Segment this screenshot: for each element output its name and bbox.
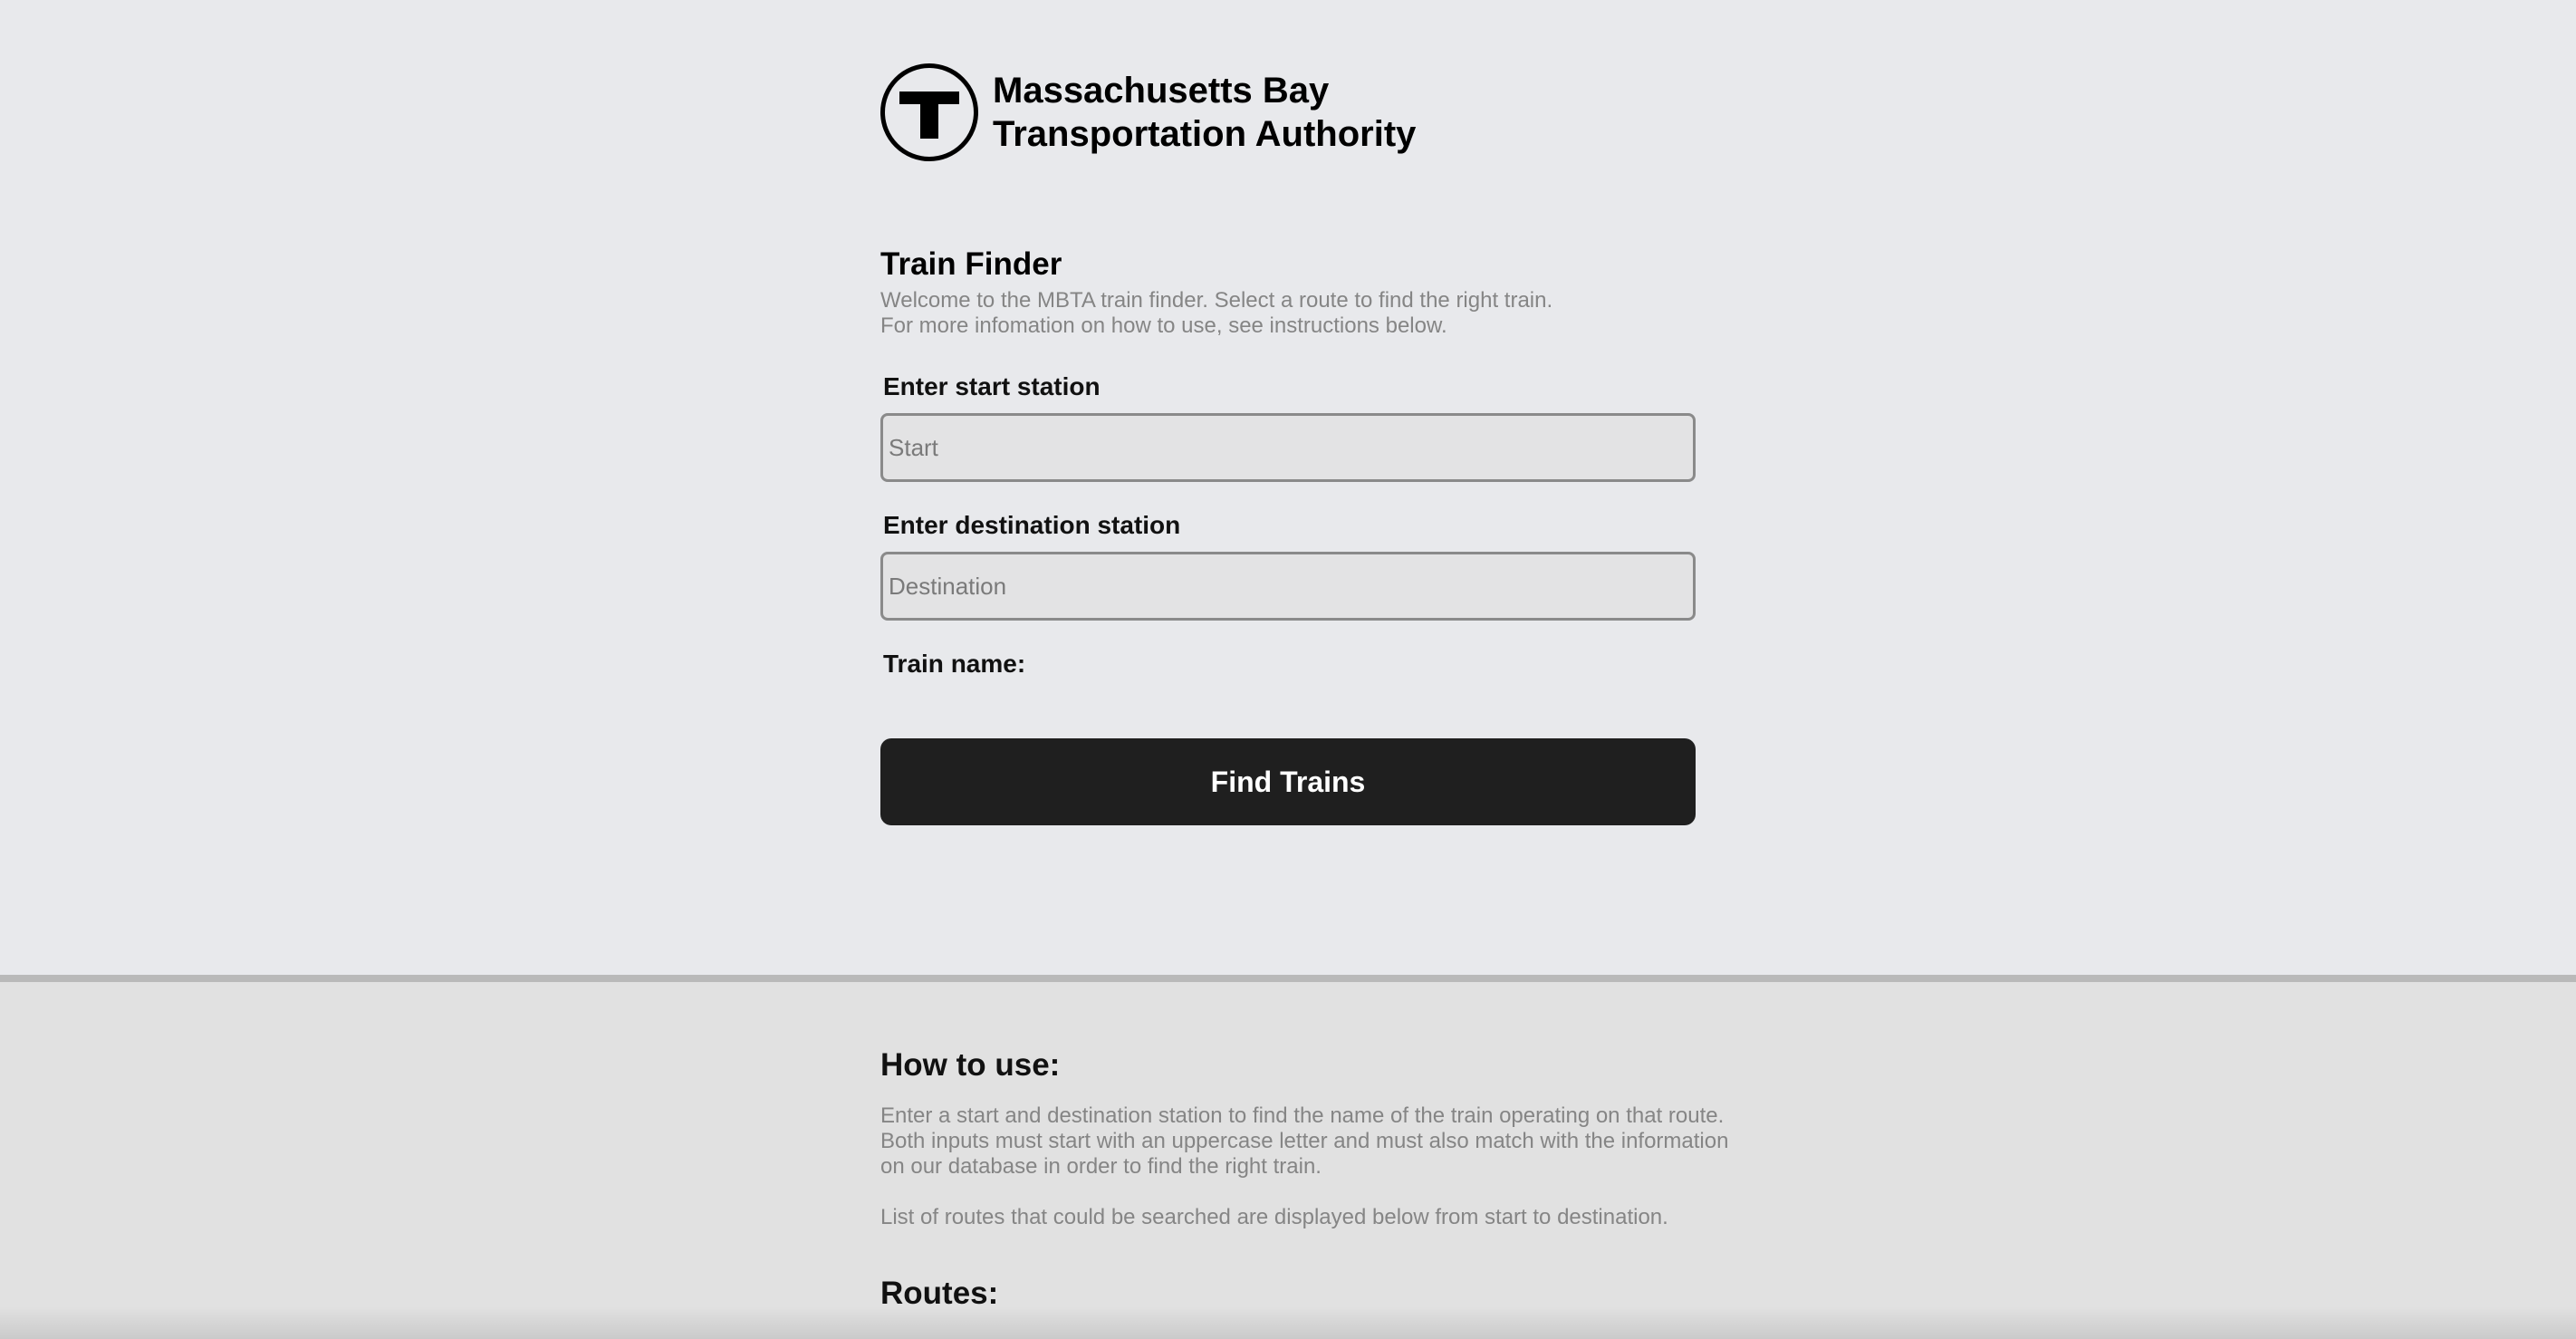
- start-station-label: Enter start station: [883, 372, 1101, 400]
- train-name-label: Train name:: [883, 650, 1026, 678]
- page-description: Welcome to the MBTA train finder. Select…: [880, 288, 1552, 339]
- how-to-use-paragraph: Enter a start and destination station to…: [880, 1103, 1729, 1179]
- destination-station-label: Enter destination station: [883, 511, 1181, 539]
- description-line2: For more infomation on how to use, see i…: [880, 313, 1447, 338]
- organization-name-line2: Transportation Authority: [993, 114, 1417, 154]
- find-trains-button[interactable]: Find Trains: [880, 738, 1696, 825]
- finder-section: Massachusetts Bay Transportation Authori…: [0, 0, 2576, 975]
- routes-heading: Routes:: [880, 1276, 999, 1311]
- organization-name-line1: Massachusetts Bay: [993, 71, 1330, 111]
- organization-name: Massachusetts Bay Transportation Authori…: [993, 69, 1416, 156]
- destination-station-input[interactable]: [880, 552, 1696, 621]
- mbta-header: Massachusetts Bay Transportation Authori…: [880, 63, 1416, 161]
- page-title: Train Finder: [880, 246, 1062, 282]
- how-to-use-heading: How to use:: [880, 1047, 1061, 1083]
- description-line1: Welcome to the MBTA train finder. Select…: [880, 288, 1553, 313]
- routes-intro-paragraph: List of routes that could be searched ar…: [880, 1205, 1668, 1229]
- start-station-input[interactable]: [880, 413, 1696, 482]
- mbta-t-logo-icon: [880, 63, 978, 161]
